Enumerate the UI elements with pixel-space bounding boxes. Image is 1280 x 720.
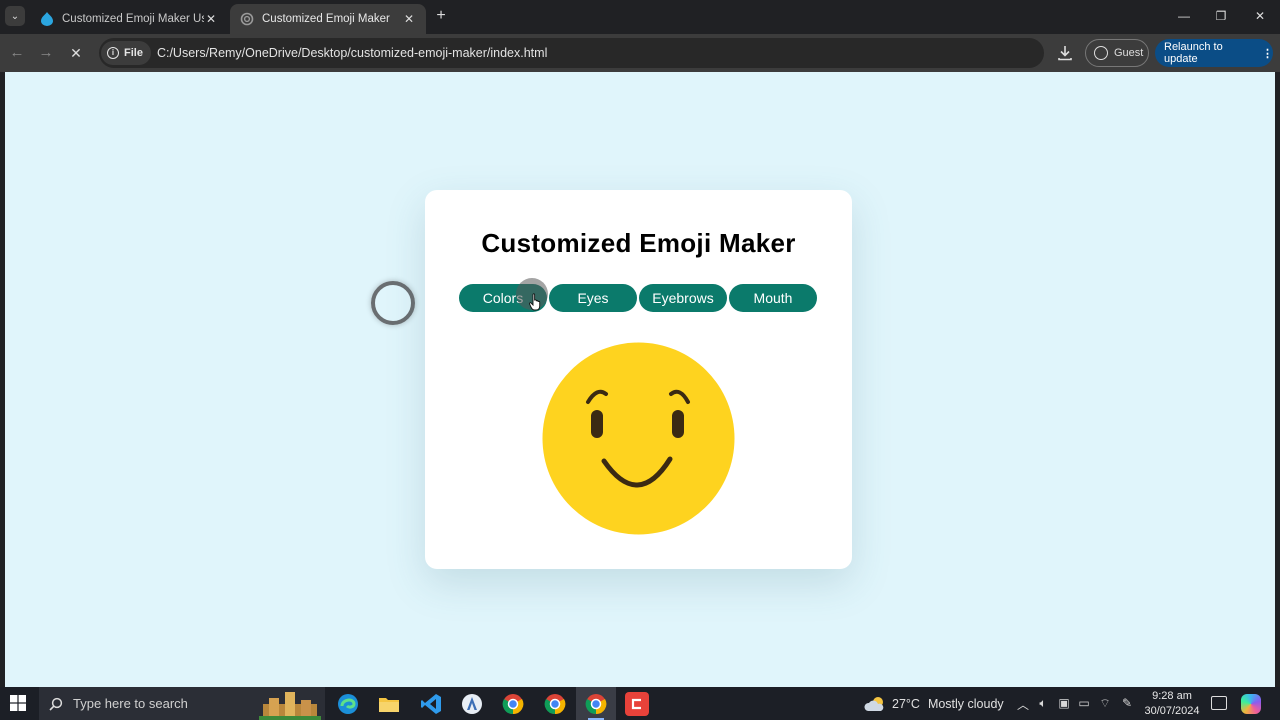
right-eye [672,410,684,438]
back-arrow-icon[interactable]: ← [7,43,27,63]
emoji-face [542,342,735,535]
windows-taskbar: Type here to search 27°C Mostly cloudy ︿… [0,687,1280,720]
loading-icon [240,12,254,26]
profile-button[interactable]: Guest [1085,39,1149,67]
close-window-icon[interactable]: ✕ [1248,6,1272,26]
download-icon[interactable] [1055,43,1075,63]
relaunch-label: Relaunch to update [1164,41,1223,65]
page-title: Customized Emoji Maker [481,228,796,258]
tray-overflow-chevron-icon[interactable]: ︿ [1015,696,1031,713]
notification-icon[interactable] [1211,696,1227,710]
search-highlight-illustration-icon [259,692,321,720]
chrome-icon[interactable] [501,692,525,716]
page-viewport: Customized Emoji Maker Colors Eyes Eyebr… [5,72,1275,687]
tab-search-chevron-icon[interactable]: ⌄ [5,6,25,26]
option-button-row: Colors Eyes Eyebrows Mouth [459,284,817,312]
edge-icon[interactable] [336,692,360,716]
search-icon [49,697,63,711]
browser-tab-title: Customized Emoji Maker Using [62,13,204,25]
browser-tab-1[interactable]: Customized Emoji Maker Using ✕ [30,4,228,34]
new-tab-plus-icon[interactable]: + [432,7,450,25]
clock-date: 30/07/2024 [1144,705,1200,717]
profile-avatar-icon [1094,46,1108,60]
restore-icon[interactable]: ❐ [1209,6,1233,26]
profile-label: Guest [1114,47,1144,59]
site-chip-label: File [124,47,143,59]
hand-cursor-icon [529,293,541,311]
chrome-icon[interactable] [543,692,567,716]
android-studio-icon[interactable] [460,692,484,716]
battery-icon[interactable]: ▭ [1076,696,1092,710]
emoji-maker-card: Customized Emoji Maker Colors Eyes Eyebr… [425,190,852,569]
vscode-icon[interactable] [419,692,443,716]
wifi-icon[interactable]: ⌔ [1097,696,1113,711]
search-placeholder: Type here to search [73,696,188,711]
volume-icon[interactable]: 🔈︎ [1035,696,1051,711]
relaunch-update-button[interactable]: Relaunch to update ⋮ [1155,39,1273,67]
drupal-icon [40,12,54,26]
browser-tab-2[interactable]: Customized Emoji Maker ✕ [230,4,426,34]
site-info-chip[interactable]: i File [101,41,151,65]
taskbar-search[interactable]: Type here to search [39,687,325,720]
browser-tabstrip: ⌄ Customized Emoji Maker Using ✕ Customi… [0,0,1280,34]
more-menu-icon[interactable]: ⋮ [1262,47,1273,60]
weather-temp: 27°C [892,696,920,711]
screen-recorder-icon[interactable] [625,692,649,716]
eyebrows-button[interactable]: Eyebrows [639,284,727,312]
info-icon: i [107,47,119,59]
chrome-icon[interactable] [584,692,608,716]
clock-time: 9:28 am [1152,690,1192,702]
emoji-face-circle [542,342,735,535]
taskbar-clock[interactable]: 9:28 am 30/07/2024 [1142,689,1202,719]
weather-widget[interactable]: 27°C Mostly cloudy [864,687,1004,720]
display-icon[interactable]: ▣ [1056,696,1072,710]
minimize-icon[interactable]: — [1172,6,1196,26]
stop-loading-icon[interactable]: ✕ [66,43,86,63]
copilot-icon[interactable] [1241,694,1261,714]
close-tab-icon[interactable]: ✕ [204,12,218,26]
weather-condition: Mostly cloudy [927,696,1004,711]
eyes-button[interactable]: Eyes [549,284,637,312]
windows-start-icon[interactable] [10,695,26,711]
loading-spinner-icon [371,281,415,325]
forward-arrow-icon[interactable]: → [36,43,56,63]
browser-tab-title: Customized Emoji Maker [262,13,390,25]
pen-icon[interactable]: ✎ [1119,696,1135,710]
left-eye [591,410,603,438]
browser-toolbar: ← → ✕ i File C:/Users/Remy/OneDrive/Desk… [0,34,1280,72]
cloudy-weather-icon [864,696,884,711]
close-tab-icon[interactable]: ✕ [402,12,416,26]
url-text[interactable]: C:/Users/Remy/OneDrive/Desktop/customize… [157,46,547,60]
address-bar[interactable]: i File C:/Users/Remy/OneDrive/Desktop/cu… [99,38,1044,68]
file-explorer-icon[interactable] [377,692,401,716]
mouth-button[interactable]: Mouth [729,284,817,312]
